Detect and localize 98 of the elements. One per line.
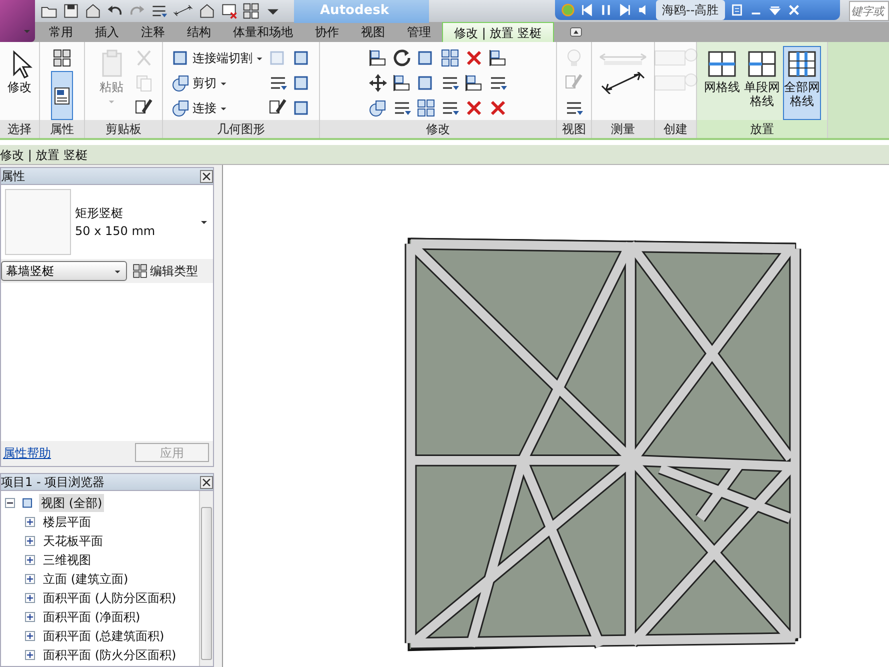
tool-button[interactable]: 修改 bbox=[0, 46, 38, 120]
house-icon[interactable] bbox=[198, 2, 216, 20]
grid-icon[interactable] bbox=[416, 98, 436, 118]
tree-item[interactable]: 天花板平面 bbox=[41, 532, 105, 550]
tool-button[interactable]: 网格线 bbox=[703, 46, 741, 120]
panel-label: 测量 bbox=[592, 120, 654, 138]
tree-item[interactable]: 三维视图 bbox=[41, 550, 93, 568]
pause-icon[interactable] bbox=[599, 3, 613, 17]
tool-button[interactable]: 连接端切割 bbox=[170, 46, 264, 70]
shapes-icon bbox=[170, 98, 190, 118]
gridline-icon bbox=[787, 49, 817, 79]
plus-icon bbox=[26, 518, 34, 526]
align-icon[interactable] bbox=[488, 48, 508, 68]
previous-icon[interactable] bbox=[580, 3, 594, 17]
properties-icon bbox=[52, 86, 72, 106]
tree-item[interactable]: 面积平面 (净面积) bbox=[41, 608, 142, 626]
expand-toggle[interactable] bbox=[5, 498, 15, 508]
tree-item[interactable]: 面积平面 (总建筑面积) bbox=[41, 626, 166, 644]
ribbon-tab[interactable]: 注释 bbox=[130, 22, 176, 42]
ribbon-tab[interactable]: 体量和场地 bbox=[222, 22, 304, 42]
rotate-icon[interactable] bbox=[392, 48, 412, 68]
ribbon-tab[interactable]: 视图 bbox=[350, 22, 396, 42]
panel-label: 修改 bbox=[320, 120, 556, 138]
panel-label: 放置 bbox=[697, 120, 827, 138]
grid-icon[interactable] bbox=[440, 48, 460, 68]
tree-item[interactable]: 视图 (全部) bbox=[39, 494, 104, 512]
ribbon-tab[interactable]: 管理 bbox=[396, 22, 442, 42]
blocks-icon[interactable] bbox=[52, 48, 72, 68]
delete-icon[interactable] bbox=[488, 98, 508, 118]
plus-icon bbox=[26, 536, 34, 544]
plus-icon bbox=[26, 650, 34, 658]
type-size: 50 x 150 mm bbox=[75, 223, 156, 240]
plus-icon bbox=[26, 594, 34, 602]
align-icon[interactable] bbox=[392, 73, 412, 93]
panel-label: 选择 bbox=[0, 120, 39, 138]
view-icon bbox=[21, 496, 35, 510]
expand-toggle[interactable] bbox=[25, 516, 35, 526]
plus-icon bbox=[26, 556, 34, 564]
tool-button[interactable] bbox=[51, 71, 73, 120]
expand-toggle[interactable] bbox=[25, 630, 35, 640]
panel-label: 几何图形 bbox=[163, 120, 319, 138]
ribbon-tab[interactable]: 修改 | 放置 竖梃 bbox=[442, 22, 554, 42]
plus-icon bbox=[26, 632, 34, 640]
panel-label: 剪贴板 bbox=[85, 120, 162, 138]
close-window-icon[interactable] bbox=[220, 2, 238, 20]
expand-toggle[interactable] bbox=[25, 650, 35, 660]
scrollbar-thumb[interactable] bbox=[201, 507, 212, 660]
close-icon[interactable] bbox=[201, 476, 212, 488]
align-icon[interactable] bbox=[464, 73, 484, 93]
edit-type-button[interactable]: 编辑类型 bbox=[131, 261, 199, 281]
blocks-icon[interactable] bbox=[242, 2, 260, 20]
tree-item[interactable]: 楼层平面 bbox=[41, 512, 93, 530]
ribbon-tab[interactable]: 协作 bbox=[304, 22, 350, 42]
align-icon[interactable] bbox=[368, 48, 388, 68]
shapes-icon[interactable] bbox=[368, 98, 388, 118]
ribbon-tab[interactable]: 插入 bbox=[84, 22, 130, 42]
expand-toggle[interactable] bbox=[25, 554, 35, 564]
panel-label: 属性 bbox=[40, 120, 84, 138]
ribbon-tab[interactable]: 常用 bbox=[38, 22, 84, 42]
next-icon[interactable] bbox=[618, 3, 632, 17]
close-icon[interactable] bbox=[201, 170, 212, 182]
tool-button[interactable]: 连接 bbox=[170, 96, 264, 120]
move-icon[interactable] bbox=[368, 73, 388, 93]
search-field[interactable]: 键字或 bbox=[849, 1, 889, 21]
help-link[interactable]: 属性帮助 bbox=[3, 444, 51, 462]
panel-title: 属性 bbox=[1, 168, 25, 185]
type-preview bbox=[5, 189, 71, 255]
context-label: 修改 | 放置 竖梃 bbox=[0, 145, 889, 165]
tool-button[interactable]: 全部网格线 bbox=[783, 46, 821, 120]
window-title: Autodesk bbox=[294, 0, 429, 23]
delete-icon[interactable] bbox=[464, 98, 484, 118]
expand-toggle[interactable] bbox=[25, 592, 35, 602]
tree-item[interactable]: 面积平面 (防火分区面积) bbox=[41, 646, 178, 664]
tree-item[interactable]: 面积平面 (人防分区面积) bbox=[41, 588, 178, 606]
type-name: 矩形竖梃 bbox=[75, 205, 124, 222]
expand-toggle[interactable] bbox=[25, 536, 35, 546]
save-icon[interactable] bbox=[62, 2, 80, 20]
family-dropdown[interactable]: 幕墙竖梃 bbox=[1, 261, 127, 281]
panel-label: 创建 bbox=[655, 120, 696, 138]
plus-icon bbox=[26, 612, 34, 620]
tool-button[interactable]: 剪切 bbox=[170, 71, 264, 95]
house-icon[interactable] bbox=[84, 2, 102, 20]
panel-label: 视图 bbox=[557, 120, 591, 138]
delete-icon[interactable] bbox=[464, 48, 484, 68]
ribbon-tab[interactable]: 结构 bbox=[176, 22, 222, 42]
plus-icon bbox=[26, 574, 34, 582]
gridline-icon bbox=[747, 49, 777, 79]
track-title: 海鸥--高胜 bbox=[656, 0, 725, 20]
playlist-icon[interactable] bbox=[730, 3, 744, 17]
tree-item[interactable]: 立面 (建筑立面) bbox=[41, 570, 130, 588]
panel-title: 项目1 - 项目浏览器 bbox=[1, 474, 105, 491]
shapes-icon bbox=[170, 73, 190, 93]
collapse-ribbon-icon[interactable] bbox=[568, 26, 584, 38]
expand-toggle[interactable] bbox=[25, 574, 35, 584]
expand-toggle[interactable] bbox=[25, 612, 35, 622]
blocks-icon bbox=[132, 263, 148, 279]
gridline-icon bbox=[707, 49, 737, 79]
tool-button[interactable]: 单段网格线 bbox=[743, 46, 781, 120]
